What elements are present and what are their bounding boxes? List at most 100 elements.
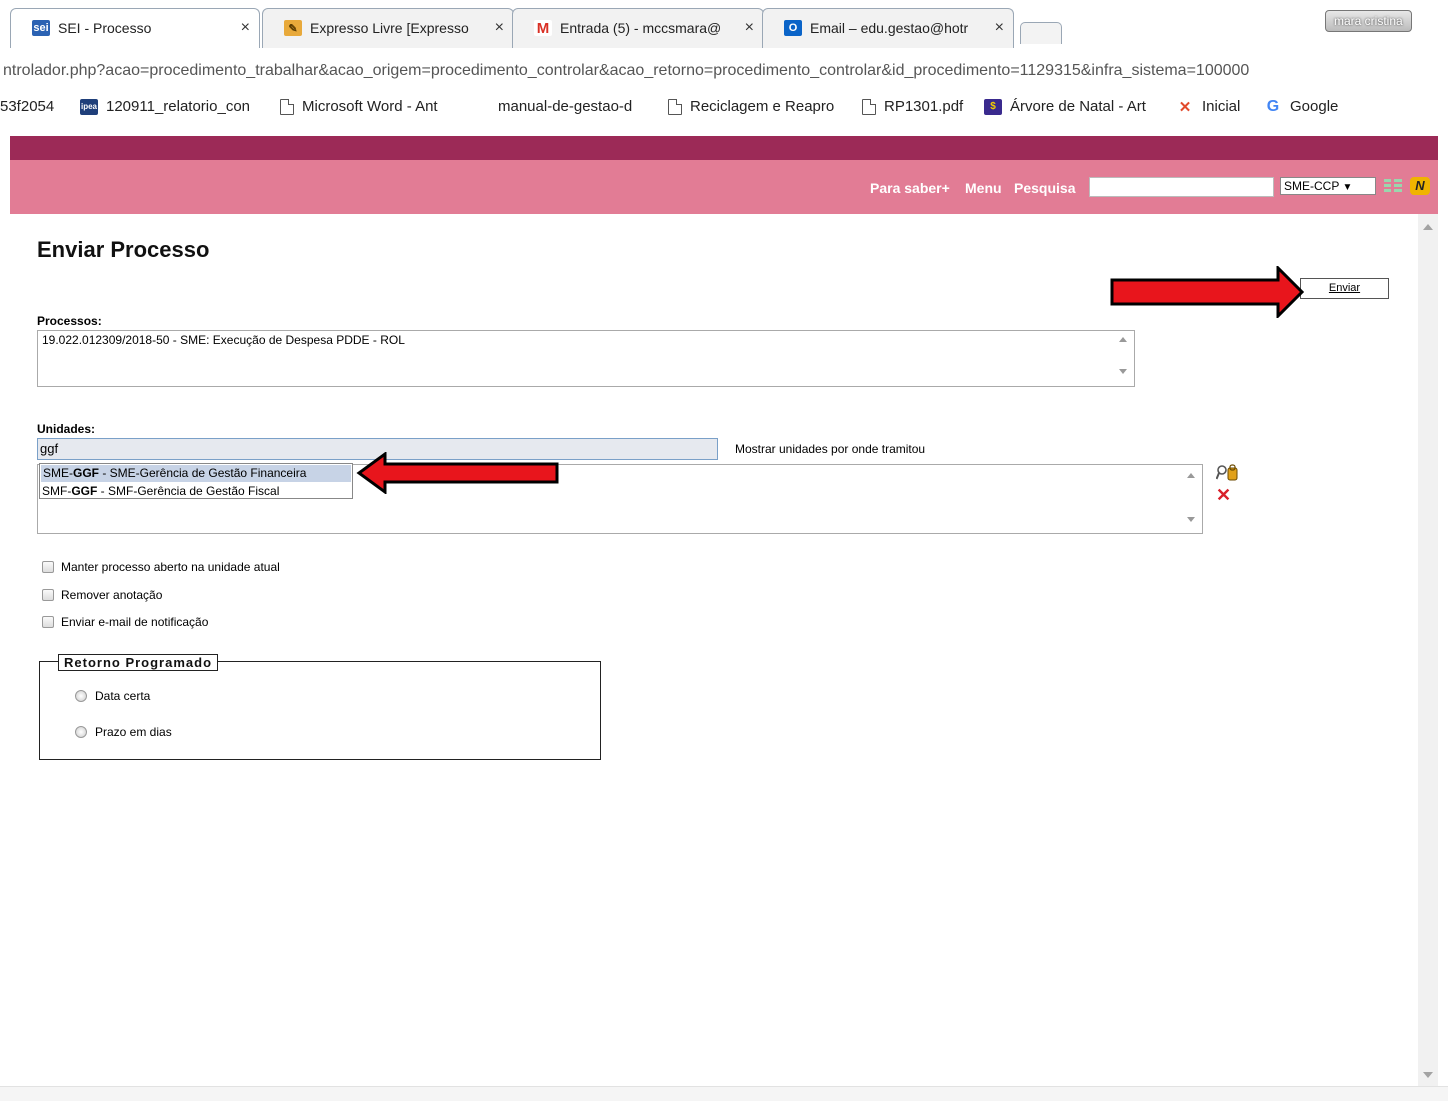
scroll-down-icon[interactable] [1116, 369, 1130, 374]
processos-list[interactable]: 19.022.012309/2018-50 - SME: Execução de… [37, 330, 1135, 387]
scroll-up-icon[interactable] [1116, 337, 1130, 342]
para-saber-link[interactable]: Para saber+ [870, 180, 950, 196]
scroll-down-icon[interactable] [1184, 517, 1198, 522]
bookmark-label: Árvore de Natal - Art [1010, 98, 1146, 115]
close-tab-icon[interactable]: × [495, 19, 504, 37]
radio-button[interactable] [75, 690, 87, 702]
bookmark-item[interactable]: RP1301.pdf [862, 98, 963, 115]
bookmarks-bar: 53f2054 ipea 120911_relatorio_con Micros… [0, 92, 1448, 124]
prazo-dias-radio[interactable]: Prazo em dias [75, 725, 172, 739]
tab-gmail[interactable]: M Entrada (5) - mccsmara@ × [512, 8, 764, 48]
close-tab-icon[interactable]: × [995, 19, 1004, 37]
tab-outlook[interactable]: O Email – edu.gestao@hotr × [762, 8, 1014, 48]
unit-select[interactable]: SME-CCP ▼ [1280, 177, 1376, 195]
right-arrow-annotation-icon [1110, 266, 1304, 318]
checkbox-box[interactable] [42, 589, 54, 601]
radio-label: Data certa [95, 689, 151, 703]
page-icon [668, 98, 682, 115]
bookmark-label: 53f2054 [0, 98, 55, 115]
notification-icon[interactable]: N [1410, 177, 1430, 195]
outlook-icon: O [784, 20, 802, 36]
manter-aberto-checkbox[interactable]: Manter processo aberto na unidade atual [42, 560, 280, 574]
ipea-icon: ipea [80, 98, 98, 115]
dollar-icon: $ [984, 98, 1002, 115]
option-suffix: - SMF-Gerência de Gestão Fiscal [97, 484, 280, 498]
unit-select-value: SME-CCP [1284, 179, 1340, 193]
checkbox-label: Remover anotação [61, 588, 163, 602]
remover-anotacao-checkbox[interactable]: Remover anotação [42, 588, 162, 602]
address-bar[interactable]: ntrolador.php?acao=procedimento_trabalha… [0, 54, 1448, 90]
page-title: Enviar Processo [37, 237, 210, 262]
grid-icon[interactable] [1384, 178, 1402, 194]
tab-sei-processo[interactable]: sei SEI - Processo × [10, 8, 260, 48]
bookmark-label: Microsoft Word - Ant [302, 98, 438, 115]
bookmark-item[interactable]: Reciclagem e Reapro [668, 98, 834, 115]
tab-title: SEI - Processo [58, 20, 152, 36]
expresso-favicon-icon: ✎ [284, 20, 302, 36]
option-prefix: SME- [43, 466, 73, 480]
option-suffix: - SME-Gerência de Gestão Financeira [99, 466, 307, 480]
app-top-bar [10, 136, 1438, 160]
scroll-down-icon[interactable] [1423, 1072, 1433, 1078]
checkbox-box[interactable] [42, 616, 54, 628]
unidades-label: Unidades: [37, 422, 96, 436]
pesquisa-link[interactable]: Pesquisa [1014, 180, 1075, 196]
page-icon [862, 98, 876, 115]
processo-item[interactable]: 19.022.012309/2018-50 - SME: Execução de… [42, 333, 1130, 347]
enviar-email-checkbox[interactable]: Enviar e-mail de notificação [42, 615, 208, 629]
enviar-button[interactable]: Enviar [1300, 278, 1389, 299]
bookmark-label: 120911_relatorio_con [106, 98, 251, 115]
option-match: GGF [71, 484, 98, 498]
bookmark-item[interactable]: 53f2054 [0, 98, 54, 115]
google-icon: G [1266, 97, 1280, 115]
gmail-icon: M [534, 20, 552, 37]
remove-unit-icon[interactable]: ✕ [1216, 486, 1231, 504]
bookmark-label: Reciclagem e Reapro [690, 98, 835, 115]
tab-title: Email – edu.gestao@hotr [810, 20, 969, 36]
bookmark-item[interactable]: ✕ Inicial [1176, 98, 1241, 116]
tab-title: Expresso Livre [Expresso [310, 20, 469, 36]
scroll-up-icon[interactable] [1423, 224, 1433, 230]
search-unit-icon[interactable] [1216, 464, 1238, 482]
retorno-programado-fieldset [39, 661, 601, 760]
autocomplete-list: SME-GGF - SME-Gerência de Gestão Finance… [39, 463, 353, 499]
new-tab-button[interactable] [1020, 22, 1062, 44]
menu-link[interactable]: Menu [965, 180, 1002, 196]
bookmark-label: Google [1290, 98, 1339, 115]
bookmark-label: manual-de-gestao-d [498, 98, 633, 115]
checkbox-label: Enviar e-mail de notificação [61, 615, 209, 629]
radio-label: Prazo em dias [95, 725, 172, 739]
bookmark-item[interactable]: Microsoft Word - Ant [280, 98, 438, 115]
bookmark-item[interactable]: G Google [1264, 97, 1339, 116]
horizontal-scrollbar[interactable] [0, 1086, 1448, 1101]
profile-button[interactable]: mara cristina [1325, 10, 1412, 32]
mostrar-unidades-link[interactable]: Mostrar unidades por onde tramitou [735, 442, 925, 456]
close-tab-icon[interactable]: × [241, 19, 250, 37]
retorno-programado-legend: Retorno Programado [58, 654, 219, 671]
option-match: GGF [73, 466, 99, 480]
bookmark-item[interactable]: ipea 120911_relatorio_con [80, 98, 250, 115]
close-tab-icon[interactable]: × [745, 19, 754, 37]
browser-tabstrip: sei SEI - Processo × ✎ Expresso Livre [E… [0, 0, 1448, 54]
page-icon [280, 98, 294, 115]
checkbox-box[interactable] [42, 561, 54, 573]
checkbox-label: Manter processo aberto na unidade atual [61, 560, 280, 574]
bookmark-label: RP1301.pdf [884, 98, 964, 115]
left-arrow-annotation-icon [356, 452, 559, 494]
data-certa-radio[interactable]: Data certa [75, 689, 150, 703]
bookmark-item[interactable]: manual-de-gestao-d [498, 98, 632, 115]
bookmark-label: Inicial [1202, 98, 1241, 115]
page-scrollbar[interactable] [1418, 214, 1438, 1086]
joomla-icon: ✕ [1178, 98, 1192, 116]
autocomplete-option-sme-ggf[interactable]: SME-GGF - SME-Gerência de Gestão Finance… [41, 465, 351, 482]
autocomplete-option-smf-ggf[interactable]: SMF-GGF - SMF-Gerência de Gestão Fiscal [40, 483, 352, 500]
sei-favicon-icon: sei [32, 20, 50, 36]
tab-expresso[interactable]: ✎ Expresso Livre [Expresso × [262, 8, 514, 48]
radio-button[interactable] [75, 726, 87, 738]
bookmark-item[interactable]: $ Árvore de Natal - Art [984, 98, 1146, 115]
scroll-up-icon[interactable] [1184, 473, 1198, 478]
option-prefix: SMF- [42, 484, 72, 498]
tab-title: Entrada (5) - mccsmara@ [560, 20, 722, 36]
dropdown-arrow-icon: ▼ [1342, 182, 1353, 193]
header-search-input[interactable] [1089, 177, 1274, 197]
